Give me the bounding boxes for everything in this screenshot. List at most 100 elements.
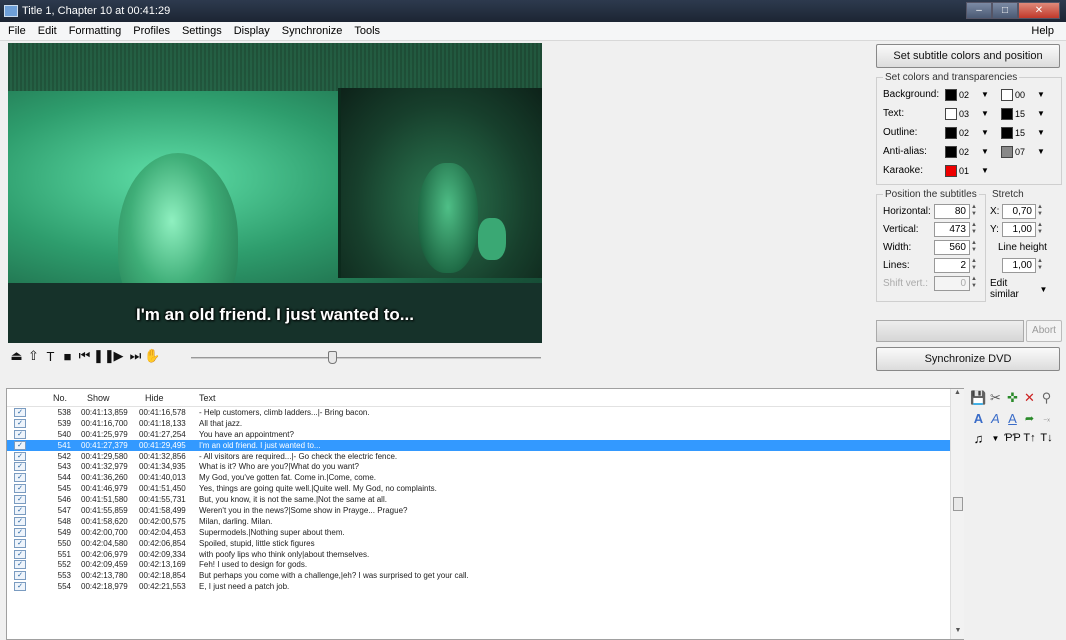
color-swatch[interactable] (1001, 88, 1013, 101)
chevron-down-icon[interactable]: ▼ (1037, 109, 1051, 118)
spellcheck-icon[interactable]: ₋ₓ (1038, 414, 1055, 423)
line-height-spinner-icon[interactable]: ▲ ▼ (1037, 258, 1045, 272)
spinner-icon[interactable]: ▲ ▼ (971, 222, 979, 236)
row-checkbox[interactable]: ✓ (14, 418, 26, 428)
chevron-down-icon[interactable]: ▼ (981, 166, 995, 175)
chevron-down-icon[interactable]: ▼ (1037, 128, 1051, 137)
transparency-value[interactable]: 02 (959, 90, 981, 100)
stretch-x-field[interactable]: 0,70 (1002, 203, 1036, 219)
color-swatch[interactable] (945, 164, 957, 177)
stretch-y-spinner-icon[interactable]: ▲ ▼ (1037, 222, 1045, 236)
italic-icon[interactable]: A (987, 411, 1004, 426)
row-checkbox[interactable]: ✓ (14, 429, 26, 439)
row-checkbox[interactable]: ✓ (14, 473, 26, 483)
edit-similar-select[interactable]: Edit similar (990, 278, 1034, 300)
line-height-field[interactable]: 1,00 (1002, 257, 1036, 273)
column-text[interactable]: Text (199, 393, 963, 403)
position-field[interactable]: 560 (934, 239, 970, 255)
row-checkbox[interactable]: ✓ (14, 516, 26, 526)
music-note-icon[interactable]: ♫ (970, 431, 987, 446)
color-swatch[interactable] (945, 107, 957, 120)
hand-icon[interactable]: ✋ (144, 348, 161, 364)
table-row[interactable]: ✓ 554 00:42:18,979 00:42:21,553 E, I just ne… (7, 581, 963, 592)
table-row[interactable]: ✓ 543 00:41:32,979 00:41:34,935 What is it? … (7, 461, 963, 472)
position-field[interactable]: 80 (934, 203, 970, 219)
seek-thumb[interactable] (327, 351, 337, 364)
table-row[interactable]: ✓ 540 00:41:25,979 00:41:27,254 You have an … (7, 429, 963, 440)
row-checkbox[interactable]: ✓ (14, 495, 26, 505)
redo-icon[interactable]: ➦ (1021, 412, 1038, 425)
chevron-down-icon[interactable]: ▼ (1040, 285, 1052, 294)
table-row[interactable]: ✓ 548 00:41:58,620 00:42:00,575 Milan, darli… (7, 516, 963, 527)
play-icon[interactable]: ▶ (110, 348, 127, 364)
table-row[interactable]: ✓ 544 00:41:36,260 00:41:40,013 My God, you'… (7, 472, 963, 483)
search-icon[interactable]: ⚲ (1038, 390, 1055, 406)
merge-icon[interactable]: ✜ (1004, 390, 1021, 406)
subtitle-list[interactable]: No. Show Hide Text ✓ 538 00:41:13,859 00:41… (6, 388, 964, 640)
stretch-y-field[interactable]: 1,00 (1002, 221, 1036, 237)
column-number[interactable]: No. (53, 393, 71, 403)
row-checkbox[interactable]: ✓ (14, 484, 26, 494)
text-down-icon[interactable]: T↓ (1038, 432, 1055, 444)
abort-button[interactable]: Abort (1026, 320, 1062, 342)
menu-up-icon[interactable]: ⇧ (25, 348, 42, 364)
save-icon[interactable]: 💾 (970, 390, 987, 406)
chevron-down-icon[interactable]: ▼ (1037, 90, 1051, 99)
previous-icon[interactable]: ⏮ (76, 348, 93, 364)
set-colors-position-button[interactable]: Set subtitle colors and position (876, 44, 1060, 68)
menu-display[interactable]: Display (228, 25, 276, 37)
delete-icon[interactable]: ✕ (1021, 390, 1038, 406)
row-checkbox[interactable]: ✓ (14, 549, 26, 559)
chevron-down-icon[interactable]: ▼ (981, 147, 995, 156)
synchronize-dvd-button[interactable]: Synchronize DVD (876, 347, 1060, 371)
table-row[interactable]: ✓ 553 00:42:13,780 00:42:18,854 But perhaps … (7, 570, 963, 581)
menu-help[interactable]: Help (1025, 25, 1060, 37)
table-row[interactable]: ✓ 547 00:41:55,859 00:41:58,499 Weren't you … (7, 505, 963, 516)
list-scrollbar[interactable]: ▲ ▼ (950, 389, 964, 639)
row-checkbox[interactable]: ✓ (14, 505, 26, 515)
transparency-value[interactable]: 03 (959, 109, 981, 119)
transparency-value[interactable]: 15 (1015, 109, 1037, 119)
table-row[interactable]: ✓ 551 00:42:06,979 00:42:09,334 with poofy l… (7, 549, 963, 560)
row-checkbox[interactable]: ✓ (14, 462, 26, 472)
menu-edit[interactable]: Edit (32, 25, 63, 37)
column-show[interactable]: Show (81, 393, 139, 403)
next-icon[interactable]: ⏭ (127, 348, 144, 364)
eject-icon[interactable]: ⏏ (8, 348, 25, 364)
transparency-value[interactable]: 00 (1015, 90, 1037, 100)
menu-synchronize[interactable]: Synchronize (276, 25, 349, 37)
spinner-icon[interactable]: ▲ ▼ (971, 240, 979, 254)
stretch-x-spinner-icon[interactable]: ▲ ▼ (1037, 204, 1045, 218)
transparency-value[interactable]: 07 (1015, 147, 1037, 157)
pause-icon[interactable]: ❚❚ (93, 348, 115, 364)
row-checkbox[interactable]: ✓ (14, 527, 26, 537)
table-row[interactable]: ✓ 542 00:41:29,580 00:41:32,856 - All visito… (7, 451, 963, 462)
table-row[interactable]: ✓ 539 00:41:16,700 00:41:18,133 All that jaz… (7, 418, 963, 429)
menu-profiles[interactable]: Profiles (127, 25, 176, 37)
scroll-up-icon[interactable]: ▲ (951, 389, 964, 401)
color-swatch[interactable] (945, 145, 957, 158)
table-row[interactable]: ✓ 552 00:42:09,459 00:42:13,169 Feh! I used … (7, 559, 963, 570)
menu-tools[interactable]: Tools (348, 25, 386, 37)
position-field[interactable]: 473 (934, 221, 970, 237)
row-checkbox[interactable]: ✓ (14, 538, 26, 548)
position-field[interactable]: 0 (934, 275, 970, 291)
stop-icon[interactable]: ■ (59, 349, 76, 364)
color-swatch[interactable] (1001, 145, 1013, 158)
spinner-icon[interactable]: ▲ ▼ (971, 276, 979, 290)
table-row[interactable]: ✓ 546 00:41:51,580 00:41:55,731 But, you kno… (7, 494, 963, 505)
table-row[interactable]: ✓ 550 00:42:04,580 00:42:06,854 Spoiled, stu… (7, 538, 963, 549)
color-swatch[interactable] (945, 126, 957, 139)
menu-file[interactable]: File (2, 25, 32, 37)
seek-slider[interactable] (191, 351, 541, 364)
chevron-down-icon[interactable]: ▼ (981, 128, 995, 137)
row-checkbox[interactable]: ✓ (14, 440, 26, 450)
chevron-down-icon[interactable]: ▼ (987, 434, 1004, 443)
table-row[interactable]: ✓ 541 00:41:27,379 00:41:29,495 I'm an old f… (7, 439, 963, 451)
transparency-value[interactable]: 02 (959, 147, 981, 157)
scroll-thumb[interactable] (953, 497, 963, 511)
spinner-icon[interactable]: ▲ ▼ (971, 204, 979, 218)
position-field[interactable]: 2 (934, 257, 970, 273)
menu-formatting[interactable]: Formatting (63, 25, 128, 37)
row-checkbox[interactable]: ✓ (14, 560, 26, 570)
